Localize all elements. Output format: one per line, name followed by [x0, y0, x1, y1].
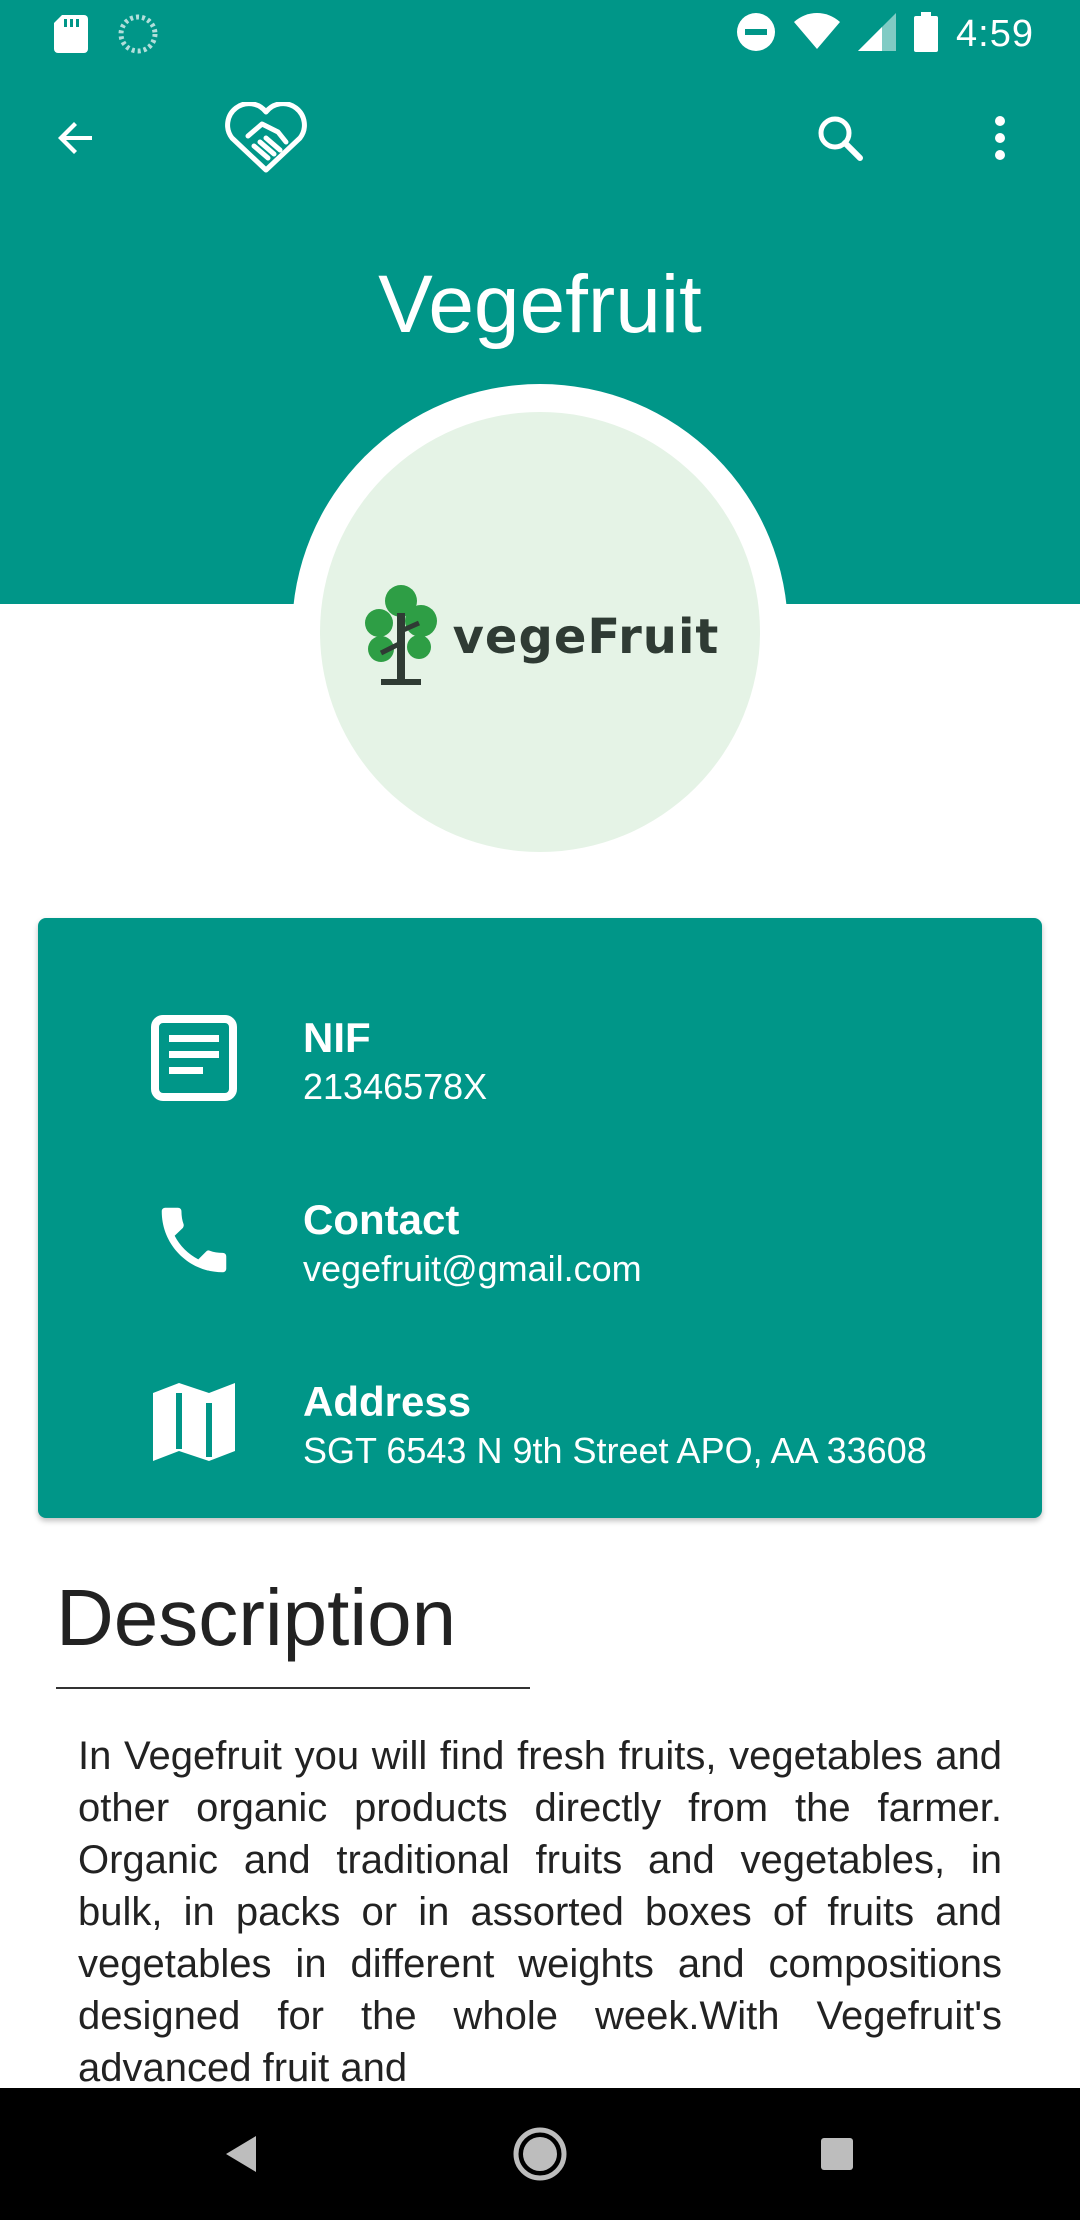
logo-wordmark: vegeFruit	[452, 609, 720, 665]
store-name-title: Vegefruit	[378, 259, 702, 350]
back-arrow-icon[interactable]	[44, 106, 108, 170]
system-nav-bar	[0, 2088, 1080, 2220]
tree-icon	[361, 583, 441, 692]
nif-value: 21346578X	[303, 1066, 488, 1107]
phone-icon	[150, 1196, 238, 1284]
description-text: In Vegefruit you will find fresh fruits,…	[78, 1734, 1002, 2090]
sd-card-icon	[54, 15, 88, 58]
store-logo: vegeFruit	[361, 583, 720, 692]
contact-label: Contact	[303, 1196, 460, 1243]
address-value[interactable]: SGT 6543 N 9th Street APO, AA 33608	[303, 1430, 993, 1472]
recents-square-icon[interactable]	[805, 2122, 869, 2186]
app-bar	[0, 66, 1080, 206]
contact-row[interactable]: Contact vegefruit@gmail.com	[38, 1172, 1042, 1292]
description-heading: Description	[56, 1573, 457, 1662]
store-avatar: vegeFruit	[320, 412, 760, 852]
battery-icon	[914, 12, 939, 57]
wifi-icon	[794, 13, 841, 56]
status-bar: 4:59	[0, 0, 1080, 66]
description-divider	[56, 1687, 530, 1689]
address-label: Address	[303, 1378, 472, 1425]
do-not-disturb-icon	[736, 12, 776, 57]
address-row[interactable]: Address SGT 6543 N 9th Street APO, AA 33…	[38, 1354, 1042, 1474]
status-clock: 4:59	[956, 13, 1034, 55]
nif-label: NIF	[303, 1014, 371, 1061]
back-triangle-icon[interactable]	[210, 2122, 274, 2186]
sync-icon	[118, 14, 158, 59]
home-circle-icon[interactable]	[508, 2122, 572, 2186]
map-icon	[150, 1378, 238, 1466]
search-icon[interactable]	[808, 106, 872, 170]
contact-value[interactable]: vegefruit@gmail.com	[303, 1248, 993, 1290]
nif-row: NIF 21346578X	[38, 990, 1042, 1110]
status-left-icons	[54, 14, 158, 59]
more-vert-icon[interactable]	[968, 106, 1032, 170]
store-info-card: NIF 21346578X Contact vegefruit@gmail.co…	[38, 918, 1042, 1518]
handshake-heart-icon[interactable]	[224, 102, 308, 174]
document-icon	[150, 1014, 238, 1102]
status-right-icons: 4:59	[736, 12, 1034, 57]
signal-icon	[858, 13, 897, 56]
